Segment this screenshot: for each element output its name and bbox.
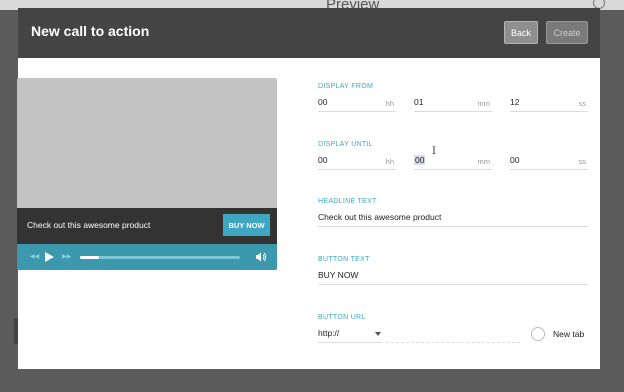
display-until-hours[interactable]: 00 hh — [318, 153, 396, 170]
headline-value: Check out this awesome product — [318, 212, 442, 222]
play-icon[interactable] — [45, 252, 54, 262]
display-until-hours-value: 00 — [318, 155, 328, 165]
text-cursor-icon: I — [432, 146, 436, 157]
progress-track[interactable] — [80, 256, 240, 259]
display-from-minutes[interactable]: 01 mm — [414, 95, 492, 112]
display-from-seconds-value: 12 — [510, 97, 520, 107]
volume-icon[interactable] — [255, 251, 267, 263]
create-button[interactable]: Create — [546, 21, 588, 44]
headline-input[interactable]: Check out this awesome product — [318, 210, 588, 227]
display-until-minutes[interactable]: 00 mm — [414, 153, 492, 170]
cta-preview-button[interactable]: BUY NOW — [223, 214, 270, 236]
minutes-unit: mm — [477, 157, 491, 166]
display-from-hours-value: 00 — [318, 97, 328, 107]
button-text-value: BUY NOW — [318, 270, 359, 280]
display-from-hours[interactable]: 00 hh — [318, 95, 396, 112]
modal-header: New call to action Back Create — [18, 8, 600, 58]
video-preview: Check out this awesome product BUY NOW ◀… — [17, 78, 277, 270]
seconds-unit: ss — [578, 99, 587, 108]
headline-label: HEADLINE TEXT — [318, 198, 377, 205]
display-until-seconds[interactable]: 00 ss — [510, 153, 588, 170]
url-protocol-value: http:// — [318, 328, 340, 338]
display-from-seconds[interactable]: 12 ss — [510, 95, 588, 112]
minutes-unit: mm — [477, 99, 491, 108]
button-url-label: BUTTON URL — [318, 314, 366, 321]
display-from-minutes-value: 01 — [414, 97, 424, 107]
prev-icon[interactable]: ◀◀ — [30, 253, 39, 260]
new-tab-radio[interactable] — [531, 327, 545, 341]
display-until-label: DISPLAY UNTIL — [318, 141, 373, 148]
display-until-seconds-value: 00 — [510, 155, 520, 165]
next-icon[interactable]: ▶▶ — [62, 253, 71, 260]
player-controls: ◀◀ ▶▶ — [17, 244, 277, 270]
hours-unit: hh — [385, 157, 394, 166]
cta-overlay: Check out this awesome product BUY NOW — [17, 208, 277, 244]
cta-preview-text: Check out this awesome product — [27, 220, 151, 230]
button-url-input[interactable] — [386, 326, 520, 343]
seconds-unit: ss — [578, 157, 587, 166]
display-until-minutes-value: 00 — [414, 155, 426, 165]
hours-unit: hh — [385, 99, 394, 108]
modal-title: New call to action — [31, 23, 150, 39]
back-button[interactable]: Back — [504, 21, 538, 44]
button-text-label: BUTTON TEXT — [318, 256, 370, 263]
display-from-label: DISPLAY FROM — [318, 83, 374, 90]
dropdown-caret-icon — [375, 332, 381, 336]
new-tab-label: New tab — [553, 329, 585, 339]
button-text-input[interactable]: BUY NOW — [318, 268, 588, 285]
url-protocol-select[interactable]: http:// — [318, 326, 382, 343]
progress-fill — [80, 256, 100, 259]
